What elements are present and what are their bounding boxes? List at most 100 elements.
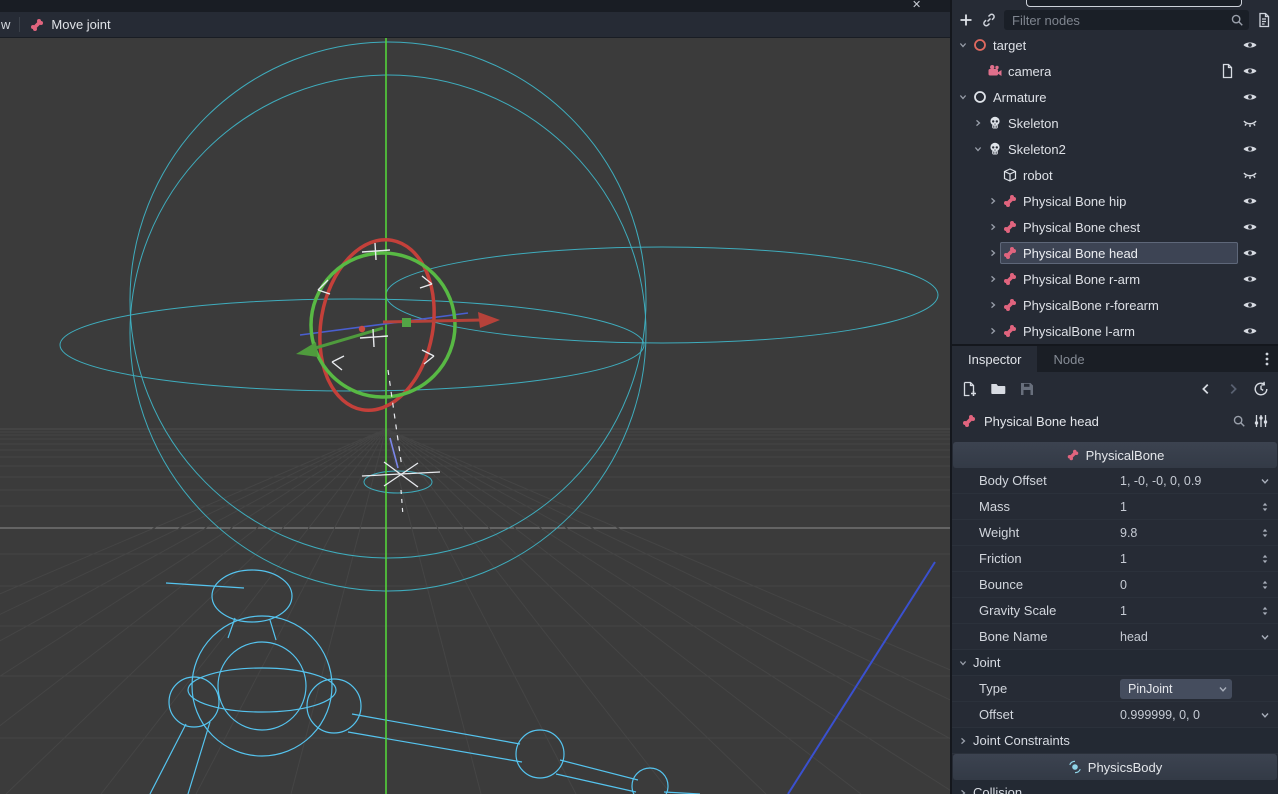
eye-icon[interactable] bbox=[1242, 323, 1258, 339]
eye-icon[interactable] bbox=[1242, 37, 1258, 53]
property-value[interactable]: 1 bbox=[1120, 500, 1252, 514]
stepper-icon[interactable] bbox=[1259, 527, 1271, 539]
expand-arrow-icon[interactable] bbox=[986, 272, 1000, 286]
stepper-icon[interactable] bbox=[1259, 605, 1271, 617]
scene-dock-toolbar bbox=[952, 8, 1278, 32]
eye-icon[interactable] bbox=[1242, 193, 1258, 209]
tree-node[interactable]: Physical Bone chest bbox=[1000, 216, 1238, 238]
viewport-scene-svg[interactable] bbox=[0, 38, 950, 794]
new-resource-icon[interactable] bbox=[961, 381, 977, 397]
chevron-down-icon[interactable] bbox=[1259, 475, 1271, 487]
eye-icon[interactable] bbox=[1242, 271, 1258, 287]
eye-closed-icon[interactable] bbox=[1242, 115, 1258, 131]
tree-row[interactable]: Skeleton bbox=[952, 110, 1278, 136]
section-joint[interactable]: Joint bbox=[952, 650, 1278, 676]
eye-icon[interactable] bbox=[1242, 89, 1258, 105]
history-forward-icon[interactable] bbox=[1226, 382, 1240, 396]
tree-node[interactable]: target bbox=[970, 34, 1238, 56]
filter-field[interactable] bbox=[1004, 10, 1249, 30]
object-history-icon[interactable] bbox=[1253, 381, 1269, 397]
clipped-text-field[interactable] bbox=[1026, 0, 1242, 7]
add-node-icon[interactable] bbox=[958, 12, 974, 28]
stepper-icon[interactable] bbox=[1259, 579, 1271, 591]
property-label: Offset bbox=[952, 707, 1120, 722]
tree-row[interactable]: target bbox=[952, 32, 1278, 58]
stepper-icon[interactable] bbox=[1259, 501, 1271, 513]
tree-row[interactable]: robot bbox=[952, 162, 1278, 188]
property-value[interactable]: 1, -0, -0, 0, 0.9 bbox=[1120, 474, 1252, 488]
stepper-icon[interactable] bbox=[1259, 553, 1271, 565]
tree-node[interactable]: Armature bbox=[970, 86, 1238, 108]
tree-node[interactable]: PhysicalBone r-forearm bbox=[1000, 294, 1238, 316]
expand-arrow-icon[interactable] bbox=[986, 194, 1000, 208]
tree-node[interactable]: Physical Bone head bbox=[1000, 242, 1238, 264]
tree-row[interactable]: Skeleton2 bbox=[952, 136, 1278, 162]
tree-row[interactable]: PhysicalBone r-forearm bbox=[952, 292, 1278, 318]
tree-node-label: PhysicalBone l-arm bbox=[1023, 324, 1135, 339]
tree-row[interactable]: camera bbox=[952, 58, 1278, 84]
eye-closed-icon[interactable] bbox=[1242, 167, 1258, 183]
eye-icon[interactable] bbox=[1242, 63, 1258, 79]
tree-row[interactable]: Physical Bone r-arm bbox=[952, 266, 1278, 292]
tab-node[interactable]: Node bbox=[1037, 346, 1100, 372]
tree-row[interactable]: Physical Bone hip bbox=[952, 188, 1278, 214]
eye-icon[interactable] bbox=[1242, 245, 1258, 261]
property-label: Bounce bbox=[952, 577, 1120, 592]
chevron-down-icon[interactable] bbox=[1259, 631, 1271, 643]
property-value[interactable]: 9.8 bbox=[1120, 526, 1252, 540]
property-label: Friction bbox=[952, 551, 1120, 566]
tree-node[interactable]: robot bbox=[1000, 164, 1238, 186]
tree-row[interactable]: Armature bbox=[952, 84, 1278, 110]
collapse-arrow-icon[interactable] bbox=[971, 142, 985, 156]
close-icon[interactable]: ✕ bbox=[912, 0, 921, 11]
tree-node[interactable]: Skeleton bbox=[985, 112, 1238, 134]
save-resource-icon[interactable] bbox=[1019, 381, 1035, 397]
tree-row[interactable]: Physical Bone chest bbox=[952, 214, 1278, 240]
tree-node[interactable]: Skeleton2 bbox=[985, 138, 1238, 160]
script-icon[interactable] bbox=[1219, 63, 1235, 79]
load-resource-icon[interactable] bbox=[990, 381, 1006, 397]
expand-arrow-icon[interactable] bbox=[986, 324, 1000, 338]
instance-scene-icon[interactable] bbox=[981, 12, 997, 28]
dropdown-value: PinJoint bbox=[1128, 682, 1172, 696]
tree-row[interactable]: PhysicalBone l-arm bbox=[952, 318, 1278, 344]
tree-node[interactable]: camera bbox=[985, 60, 1215, 82]
dropdown[interactable]: PinJoint bbox=[1120, 679, 1232, 699]
expand-arrow-icon[interactable] bbox=[971, 116, 985, 130]
inspector-tools-icon[interactable] bbox=[1253, 413, 1269, 429]
tree-node[interactable]: PhysicalBone l-arm bbox=[1000, 320, 1238, 342]
collapse-arrow-icon[interactable] bbox=[956, 38, 970, 52]
filter-input[interactable] bbox=[1012, 13, 1230, 28]
expand-arrow-icon[interactable] bbox=[986, 220, 1000, 234]
tree-row[interactable]: Physical Bone head bbox=[952, 240, 1278, 266]
section-collision[interactable]: Collision bbox=[952, 780, 1278, 794]
property-value[interactable]: head bbox=[1120, 630, 1252, 644]
dock-menu-icon[interactable] bbox=[1259, 351, 1275, 367]
tree-node[interactable]: Physical Bone hip bbox=[1000, 190, 1238, 212]
section-joint-constraints[interactable]: Joint Constraints bbox=[952, 728, 1278, 754]
inspector-dock: Inspector Node Physical Bone head bbox=[952, 346, 1278, 794]
property-row: Gravity Scale1 bbox=[952, 598, 1278, 624]
inspector-object-bar: Physical Bone head bbox=[952, 406, 1278, 436]
expand-arrow-icon[interactable] bbox=[986, 298, 1000, 312]
bone-icon bbox=[961, 413, 977, 429]
tab-inspector[interactable]: Inspector bbox=[952, 346, 1037, 372]
attach-script-icon[interactable] bbox=[1256, 12, 1272, 28]
tree-node-label: Physical Bone chest bbox=[1023, 220, 1140, 235]
history-back-icon[interactable] bbox=[1199, 382, 1213, 396]
eye-icon[interactable] bbox=[1242, 297, 1258, 313]
eye-icon[interactable] bbox=[1242, 141, 1258, 157]
property-row: Mass1 bbox=[952, 494, 1278, 520]
property-value[interactable]: 0 bbox=[1120, 578, 1252, 592]
property-value[interactable]: 1 bbox=[1120, 604, 1252, 618]
property-value[interactable]: 1 bbox=[1120, 552, 1252, 566]
expand-arrow-icon[interactable] bbox=[986, 246, 1000, 260]
viewport-3d[interactable]: ✕ w Move joint bbox=[0, 0, 950, 794]
collapse-arrow-icon[interactable] bbox=[956, 90, 970, 104]
property-value[interactable]: 0.999999, 0, 0 bbox=[1120, 708, 1252, 722]
chevron-down-icon[interactable] bbox=[1259, 709, 1271, 721]
physicsbody-icon bbox=[1068, 760, 1082, 774]
tree-node[interactable]: Physical Bone r-arm bbox=[1000, 268, 1238, 290]
filter-properties-icon[interactable] bbox=[1232, 414, 1246, 428]
eye-icon[interactable] bbox=[1242, 219, 1258, 235]
